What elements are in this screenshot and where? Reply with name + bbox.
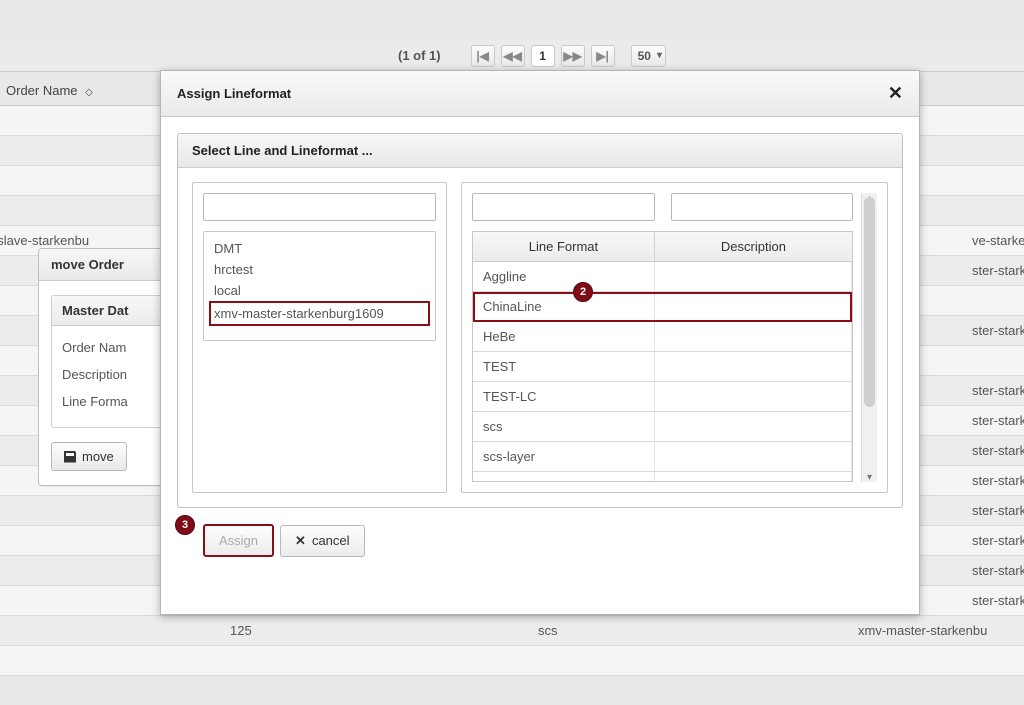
dialog-header: Assign Lineformat ✕ — [161, 71, 919, 117]
bg-cell: ster-starkenbu — [964, 526, 1024, 556]
cell-lineformat: HeBe — [473, 322, 655, 351]
line-list-item-selected[interactable]: xmv-master-starkenburg1609 — [210, 302, 429, 325]
paginator-first[interactable]: |◀ — [471, 45, 495, 67]
move-button-label: move — [82, 449, 114, 464]
assign-button-label: Assign — [219, 533, 258, 548]
table-row[interactable]: scsnew — [473, 472, 852, 482]
cell-description — [655, 262, 852, 291]
table-row[interactable]: scs — [473, 412, 852, 442]
column-header-line[interactable]: Line ◇ — [1004, 76, 1024, 106]
lineformat-table: Line Format Description Aggline ChinaLin… — [472, 231, 853, 482]
line-list-item[interactable]: hrctest — [214, 259, 425, 280]
assign-lineformat-dialog: Assign Lineformat ✕ Select Line and Line… — [160, 70, 920, 615]
close-icon: ✕ — [295, 533, 306, 549]
step-badge-2: 2 — [573, 282, 593, 302]
line-selector-box: DMT hrctest local xmv-master-starkenburg… — [192, 182, 447, 493]
table-row[interactable]: Aggline — [473, 262, 852, 292]
description-filter-input[interactable] — [671, 193, 854, 221]
select-panel-title: Select Line and Lineformat ... — [178, 134, 902, 168]
line-list-item[interactable]: DMT — [214, 238, 425, 259]
cell-description — [655, 322, 852, 351]
cell-lineformat: scs-layer — [473, 442, 655, 471]
bg-cell: xmv-master-starkenbu — [850, 616, 1024, 646]
table-row[interactable]: HeBe — [473, 322, 852, 352]
cancel-button-label: cancel — [312, 533, 350, 548]
cell-lineformat: TEST-LC — [473, 382, 655, 411]
paginator-size-select[interactable]: 50 — [631, 45, 666, 67]
assign-button[interactable]: Assign — [203, 524, 274, 557]
paginator-current[interactable]: 1 — [531, 45, 555, 67]
paginator-last[interactable]: ▶| — [591, 45, 615, 67]
cell-description — [655, 472, 852, 482]
cancel-button[interactable]: ✕ cancel — [280, 525, 364, 557]
bg-cell: ster-starkenbu — [964, 406, 1024, 436]
bg-cell: ster-starkenbu — [964, 376, 1024, 406]
bg-cell: ve-starkenburg — [964, 226, 1024, 256]
move-button[interactable]: move — [51, 442, 127, 471]
bg-cell: ster-starkenbu — [964, 586, 1024, 616]
scrollbar[interactable]: ▴ ▾ — [861, 193, 877, 482]
column-header-order-name[interactable]: Order Name ◇ — [6, 83, 93, 98]
cell-description — [655, 352, 852, 381]
table-row[interactable]: TEST-LC — [473, 382, 852, 412]
bg-cell: ster-starkenbu — [964, 436, 1024, 466]
cell-description — [655, 442, 852, 471]
bg-cell: scs — [530, 616, 610, 646]
bg-cell: ster-starkenbu — [964, 316, 1024, 346]
line-list-item[interactable]: local — [214, 280, 425, 301]
line-filter-input[interactable] — [203, 193, 436, 221]
bg-cell: ster-starkenbu — [964, 496, 1024, 526]
dialog-title: Assign Lineformat — [177, 86, 291, 101]
paginator-next[interactable]: ▶▶ — [561, 45, 585, 67]
paginator-prev[interactable]: ◀◀ — [501, 45, 525, 67]
column-header-description[interactable]: Description — [655, 232, 852, 261]
bg-cell: ster-starkenbu — [964, 256, 1024, 286]
select-panel: Select Line and Lineformat ... DMT hrcte… — [177, 133, 903, 508]
cell-lineformat: TEST — [473, 352, 655, 381]
cell-description — [655, 412, 852, 441]
table-row[interactable]: scs-layer — [473, 442, 852, 472]
cell-lineformat: Aggline — [473, 262, 655, 291]
bg-cell: ster-starkenbu — [964, 466, 1024, 496]
step-badge-3: 3 — [175, 515, 195, 535]
cell-lineformat: ChinaLine — [473, 292, 655, 321]
close-icon[interactable]: ✕ — [888, 83, 903, 104]
cell-description — [655, 292, 852, 321]
cell-lineformat: scs — [473, 412, 655, 441]
paginator-label: (1 of 1) — [398, 48, 441, 63]
line-list: DMT hrctest local xmv-master-starkenburg… — [203, 231, 436, 341]
bg-cell: ster-starkenbu — [964, 556, 1024, 586]
table-row[interactable]: TEST — [473, 352, 852, 382]
cell-description — [655, 382, 852, 411]
lineformat-box: Line Format Description Aggline ChinaLin… — [461, 182, 888, 493]
bg-cell: 125 — [222, 616, 302, 646]
paginator-bar: (1 of 1) |◀ ◀◀ 1 ▶▶ ▶| 50 — [0, 40, 1024, 72]
scrollbar-thumb[interactable] — [864, 197, 875, 407]
save-icon — [64, 451, 76, 463]
lineformat-filter-input[interactable] — [472, 193, 655, 221]
scroll-down-icon[interactable]: ▾ — [862, 470, 877, 484]
table-row-selected[interactable]: ChinaLine 2 — [473, 292, 852, 322]
cell-lineformat: scsnew — [473, 472, 655, 482]
column-header-lineformat[interactable]: Line Format — [473, 232, 655, 261]
sort-icon: ◇ — [85, 87, 93, 98]
